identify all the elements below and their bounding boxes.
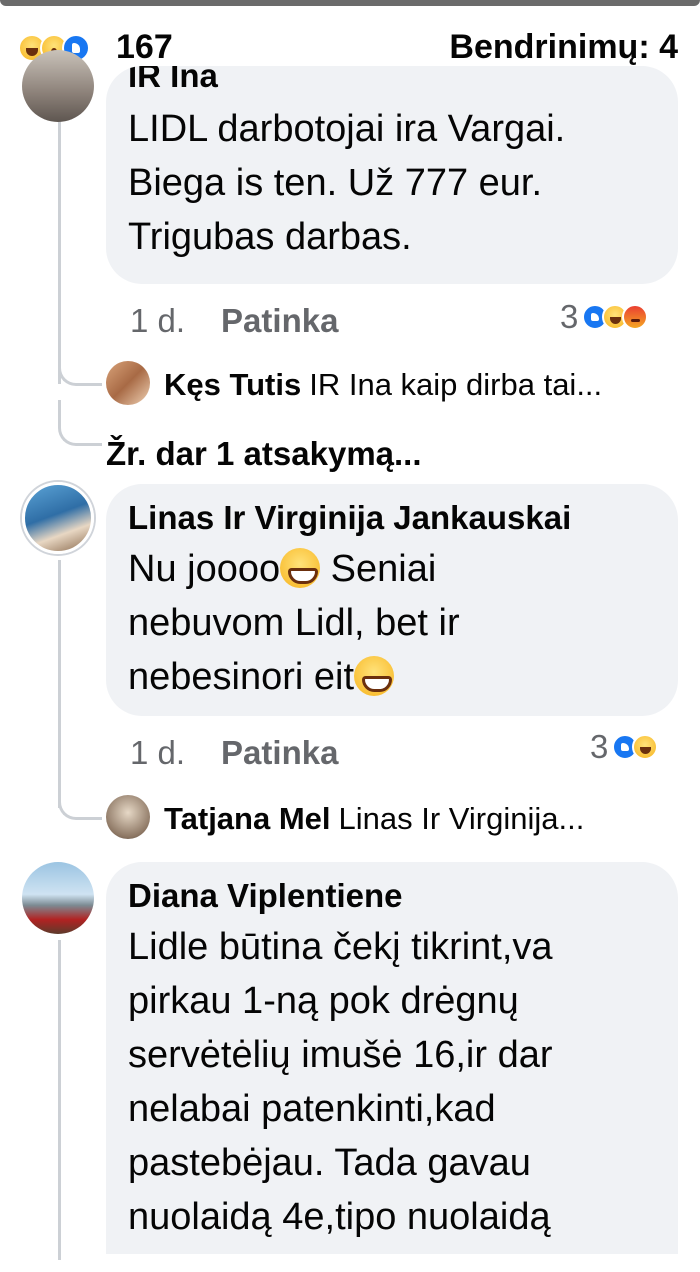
- avatar: [106, 795, 150, 839]
- comment-text: Nu joooo Seniai nebuvom Lidl, bet ir neb…: [128, 542, 548, 704]
- comment-text: LIDL darbotojai ira Vargai. Biega is ten…: [128, 108, 566, 258]
- comment-reactions[interactable]: 3: [590, 728, 659, 766]
- reply-connector: [58, 776, 102, 820]
- comment-author[interactable]: Diana Viplentiene: [128, 874, 656, 918]
- thread-line: [58, 940, 61, 1260]
- shares-count[interactable]: Bendrinimų: 4: [449, 28, 678, 67]
- reply-text: IR Ina kaip dirba tai...: [309, 367, 603, 402]
- thread-line: [58, 560, 61, 808]
- like-button[interactable]: Patinka: [221, 302, 338, 339]
- comment-reactions[interactable]: 3: [560, 298, 649, 336]
- angry-icon: [622, 304, 649, 330]
- view-more-replies[interactable]: Žr. dar 1 atsakymą...: [106, 435, 422, 473]
- reply-connector: [58, 340, 102, 386]
- reaction-count[interactable]: 167: [116, 28, 173, 67]
- comment-bubble: Diana Viplentiene Lidle būtina čekį tikr…: [106, 862, 678, 1254]
- comment-actions: 1 d. Patinka: [130, 734, 338, 772]
- reply-preview[interactable]: Kęs Tutis IR Ina kaip dirba tai...: [106, 361, 603, 405]
- comment-reaction-count: 3: [590, 728, 609, 765]
- reply-author[interactable]: Tatjana Mel: [164, 801, 331, 837]
- avatar: [106, 361, 150, 405]
- comment-author[interactable]: Linas Ir Virginija Jankauskai: [128, 496, 656, 540]
- comment-bubble: IR Ina LIDL darbotojai ira Vargai. Biega…: [106, 66, 678, 284]
- comment-text-part: Nu joooo: [128, 548, 281, 590]
- top-edge: [0, 0, 700, 6]
- avatar[interactable]: [22, 50, 94, 122]
- reply-text: Linas Ir Virginija...: [338, 801, 585, 836]
- comment-bubble: Linas Ir Virginija Jankauskai Nu joooo S…: [106, 484, 678, 716]
- haha-icon: [632, 734, 659, 760]
- grin-emoji: [354, 656, 395, 696]
- avatar[interactable]: [22, 482, 94, 554]
- comment-reaction-count: 3: [560, 298, 579, 335]
- avatar[interactable]: [22, 862, 94, 934]
- reply-author[interactable]: Kęs Tutis: [164, 367, 301, 403]
- grin-emoji: [280, 548, 321, 588]
- comment-actions: 1 d. Patinka: [130, 302, 338, 340]
- reply-preview[interactable]: Tatjana Mel Linas Ir Virginija...: [106, 795, 585, 839]
- comment-text: Lidle būtina čekį tikrint,va pirkau 1-ną…: [128, 926, 553, 1238]
- reply-connector: [58, 400, 102, 446]
- comment-time[interactable]: 1 d.: [130, 302, 185, 339]
- comment-author[interactable]: IR Ina: [128, 66, 656, 92]
- like-button[interactable]: Patinka: [221, 734, 338, 771]
- comment-time[interactable]: 1 d.: [130, 734, 185, 771]
